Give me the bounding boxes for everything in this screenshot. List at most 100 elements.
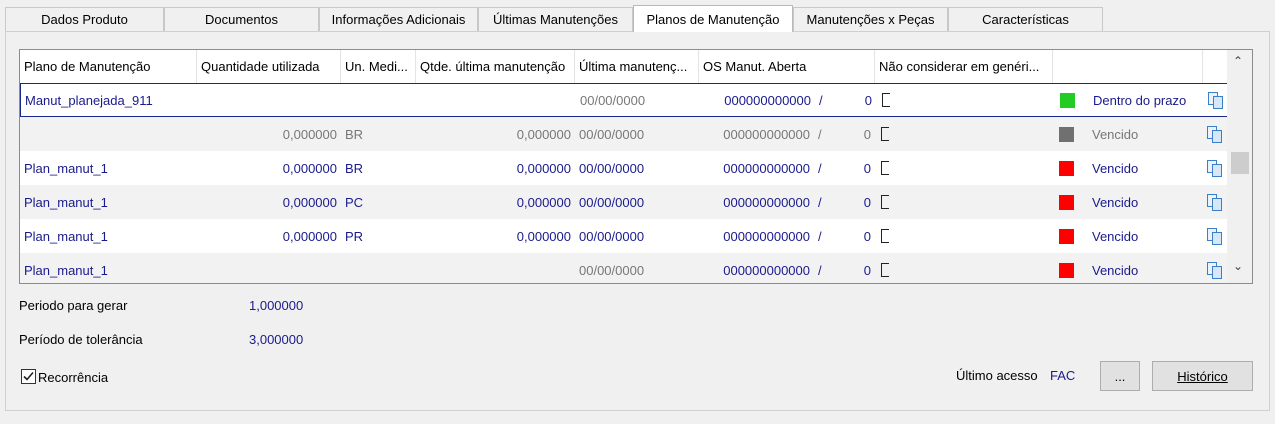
table-row[interactable]: Plan_manut_1 0,000000 BR 0,000000 00/00/0000… <box>20 151 1228 185</box>
cell-os-separador: / <box>818 262 822 278</box>
nao-considerar-checkbox[interactable] <box>881 185 901 219</box>
cell-status: Vencido <box>1092 194 1139 210</box>
cell-ultima-data: 00/00/0000 <box>579 194 645 210</box>
column-header-unidade[interactable]: Un. Medi... <box>341 50 416 83</box>
recorrencia-checkbox[interactable] <box>21 369 36 384</box>
maintenance-plans-grid[interactable]: Plano de Manutenção Quantidade utilizada… <box>19 49 1253 284</box>
tab-label: Planos de Manutenção <box>646 11 780 27</box>
column-header-status <box>1053 50 1203 83</box>
tab-informacoes-adicionais[interactable]: Informações Adicionais <box>319 7 478 31</box>
cell-unidade: PR <box>345 228 364 244</box>
tab-planos-de-manutencao[interactable]: Planos de Manutenção <box>633 5 793 32</box>
nao-considerar-checkbox[interactable] <box>881 219 901 253</box>
tab-dados-produto[interactable]: Dados Produto <box>5 7 164 31</box>
periodo-gerar-label: Periodo para gerar <box>19 298 128 313</box>
ultimo-acesso-label: Último acesso <box>956 368 1038 383</box>
tab-label: Últimas Manutenções <box>493 12 618 27</box>
scroll-down-icon[interactable]: ⌄ <box>1233 259 1243 273</box>
cell-quantidade <box>198 84 342 116</box>
copy-document-icon[interactable] <box>1206 117 1228 151</box>
copy-document-icon[interactable] <box>1206 253 1228 283</box>
copy-document-icon[interactable] <box>1206 219 1228 253</box>
status-square-icon <box>1059 228 1074 244</box>
tab-label: Informações Adicionais <box>331 12 466 27</box>
cell-unidade <box>341 253 416 283</box>
column-header-ultima-manutencao[interactable]: Última manutenç... <box>575 50 699 83</box>
status-indicator <box>1059 117 1079 151</box>
cell-os-sequencia: 0 <box>863 262 871 278</box>
grid-header: Plano de Manutenção Quantidade utilizada… <box>20 50 1228 83</box>
ellipsis-button[interactable]: ... <box>1100 361 1140 391</box>
cell-unidade: BR <box>345 160 364 176</box>
table-row[interactable]: Plan_manut_1 00/00/0000 000000000000 / 0 Venc… <box>20 253 1228 283</box>
cell-status: Vencido <box>1092 160 1139 176</box>
cell-plano: Manut_planejada_911 <box>25 92 153 108</box>
cell-status: Vencido <box>1092 228 1139 244</box>
cell-os-sequencia: 0 <box>863 228 871 244</box>
nao-considerar-checkbox[interactable] <box>881 253 901 283</box>
cell-plano: Plan_manut_1 <box>24 228 108 244</box>
status-square-icon <box>1059 126 1074 142</box>
check-icon <box>23 371 34 381</box>
cell-ultima-data: 00/00/0000 <box>579 126 645 142</box>
copy-document-icon[interactable] <box>1206 151 1228 185</box>
cell-quantidade <box>197 253 341 283</box>
status-indicator <box>1059 219 1079 253</box>
cell-plano: Plan_manut_1 <box>24 262 108 278</box>
status-square-icon <box>1059 262 1074 278</box>
column-header-os-aberta[interactable]: OS Manut. Aberta <box>699 50 875 83</box>
table-row[interactable]: Manut_planejada_911 00/00/0000 00000000000… <box>20 83 1228 117</box>
copy-document-icon[interactable] <box>1207 84 1229 116</box>
table-row[interactable]: Plan_manut_1 0,000000 PR 0,000000 00/00/0000… <box>20 219 1228 253</box>
cell-status: Vencido <box>1092 262 1139 278</box>
cell-ultima-data: 00/00/0000 <box>580 92 646 108</box>
cell-qtde-ultima <box>417 84 576 116</box>
nao-considerar-checkbox[interactable] <box>881 151 901 185</box>
tab-label: Características <box>982 12 1069 27</box>
nao-considerar-checkbox[interactable] <box>881 117 901 151</box>
table-row[interactable]: Plan_manut_1 0,000000 PC 0,000000 00/00/0000… <box>20 185 1228 219</box>
recorrencia-label[interactable]: Recorrência <box>38 370 108 385</box>
cell-status: Vencido <box>1092 126 1139 142</box>
scroll-thumb[interactable] <box>1231 152 1249 174</box>
status-square-icon <box>1059 160 1074 176</box>
periodo-tolerancia-value: 3,000000 <box>249 332 304 347</box>
column-header-nao-considerar[interactable]: Não considerar em genéri... <box>875 50 1053 83</box>
checkbox-box-icon <box>881 127 889 141</box>
status-indicator <box>1060 84 1080 116</box>
cell-unidade: BR <box>345 126 364 142</box>
tab-manutencoes-x-pecas[interactable]: Manutenções x Peças <box>793 7 948 31</box>
cell-os-separador: / <box>818 228 822 244</box>
cell-quantidade: 0,000000 <box>282 194 337 210</box>
cell-os-separador: / <box>818 126 822 142</box>
cell-os-sequencia: 0 <box>864 92 872 108</box>
status-indicator <box>1059 253 1079 283</box>
column-header-plano[interactable]: Plano de Manutenção <box>20 50 197 83</box>
copy-document-icon[interactable] <box>1206 185 1228 219</box>
status-square-icon <box>1060 92 1075 108</box>
cell-qtde-ultima: 0,000000 <box>516 160 571 176</box>
nao-considerar-checkbox[interactable] <box>882 84 902 116</box>
historico-button[interactable]: Histórico <box>1152 361 1253 391</box>
scroll-up-icon[interactable]: ⌃ <box>1233 54 1243 68</box>
tab-caracteristicas[interactable]: Características <box>948 7 1103 31</box>
table-row[interactable]: 0,000000 BR 0,000000 00/00/0000 000000000000… <box>20 117 1228 151</box>
periodo-tolerancia-label: Período de tolerância <box>19 332 143 347</box>
periodo-gerar-value: 1,000000 <box>249 298 304 313</box>
column-header-quantidade[interactable]: Quantidade utilizada <box>197 50 341 83</box>
tab-ultimas-manutencoes[interactable]: Últimas Manutenções <box>478 7 633 31</box>
status-indicator <box>1059 185 1079 219</box>
cell-quantidade: 0,000000 <box>282 126 337 142</box>
tab-label: Dados Produto <box>41 12 128 27</box>
column-header-qtde-ultima[interactable]: Qtde. última manutenção <box>416 50 575 83</box>
ultimo-acesso-value: FAC <box>1050 368 1076 383</box>
checkbox-box-icon <box>881 161 889 175</box>
vertical-scrollbar[interactable]: ⌃ ⌄ <box>1227 50 1252 283</box>
checkbox-box-icon <box>881 195 889 209</box>
cell-quantidade: 0,000000 <box>282 228 337 244</box>
tab-label: Documentos <box>205 12 278 27</box>
cell-os-numero: 000000000000 <box>723 262 810 278</box>
tab-documentos[interactable]: Documentos <box>164 7 319 31</box>
status-indicator <box>1059 151 1079 185</box>
cell-os-sequencia: 0 <box>863 194 871 210</box>
